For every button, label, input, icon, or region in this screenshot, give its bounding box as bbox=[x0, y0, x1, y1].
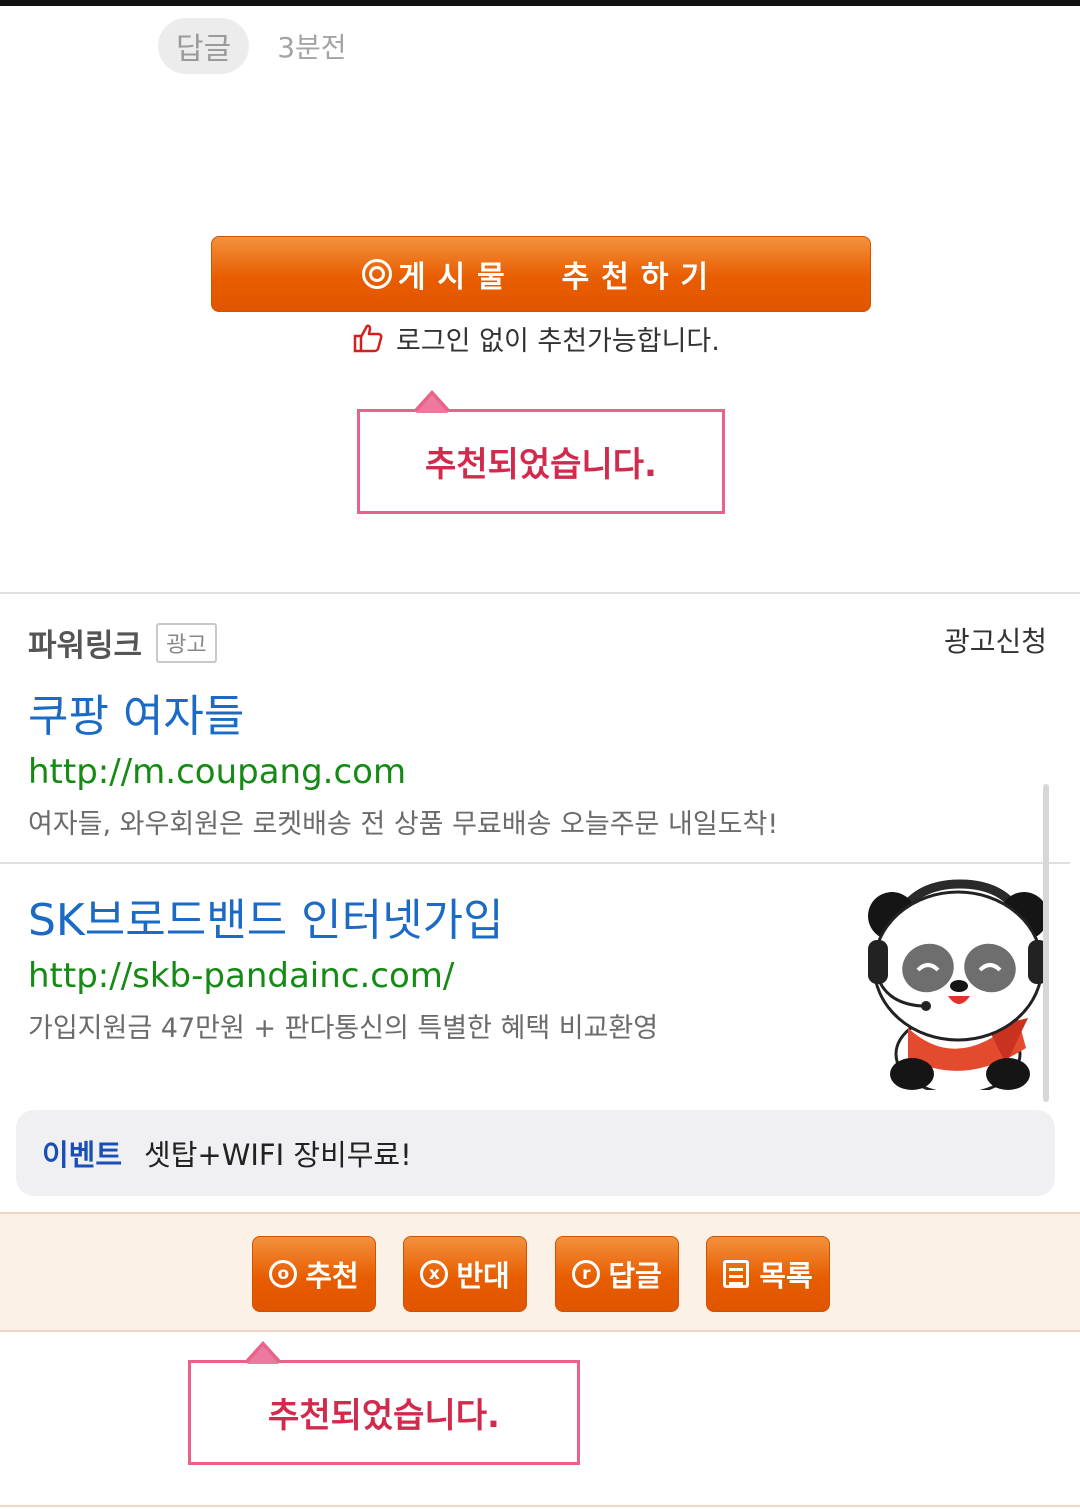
ad-item[interactable]: 쿠팡 여자들 http://m.coupang.com 여자들, 와우회원은 로… bbox=[28, 680, 778, 841]
login-note: 로그인 없이 추천가능합니다. bbox=[352, 318, 720, 358]
reply-label: 답글 bbox=[608, 1259, 662, 1293]
recommend-post-button[interactable]: 게시물 추천하기 bbox=[211, 236, 871, 312]
ad-headline[interactable]: 쿠팡 여자들 bbox=[28, 680, 778, 744]
ad-url[interactable]: http://m.coupang.com bbox=[28, 752, 778, 792]
recommended-toast: 추천되었습니다. bbox=[188, 1341, 580, 1465]
event-text: 셋탑+WIFI 장비무료! bbox=[144, 1138, 412, 1172]
powerlink-title-text: 파워링크 bbox=[28, 628, 143, 664]
ad-item[interactable]: SK브로드밴드 인터넷가입 http://skb-pandainc.com/ 가… bbox=[28, 884, 658, 1045]
oppose-button[interactable]: x 반대 bbox=[403, 1236, 527, 1312]
recommended-toast-text: 추천되었습니다. bbox=[268, 1396, 500, 1436]
ad-apply-link[interactable]: 광고신청 bbox=[944, 620, 1047, 660]
recommended-toast: 추천되었습니다. bbox=[357, 390, 725, 514]
ad-description: 여자들, 와우회원은 로켓배송 전 상품 무료배송 오늘주문 내일도착! bbox=[28, 809, 779, 840]
circle-r-icon: r bbox=[572, 1260, 601, 1288]
list-label: 목록 bbox=[759, 1259, 813, 1293]
oppose-label: 반대 bbox=[456, 1259, 510, 1293]
recommended-toast-text: 추천되었습니다. bbox=[425, 445, 657, 485]
thumbs-up-icon bbox=[353, 324, 383, 353]
login-note-text: 로그인 없이 추천가능합니다. bbox=[396, 325, 720, 357]
list-button[interactable]: 목록 bbox=[706, 1236, 830, 1312]
reply-chip[interactable]: 답글 bbox=[158, 18, 250, 74]
circle-o-icon: o bbox=[269, 1260, 298, 1288]
reply-button[interactable]: r 답글 bbox=[555, 1236, 679, 1312]
ad-divider bbox=[0, 862, 1070, 864]
ad-url[interactable]: http://skb-pandainc.com/ bbox=[28, 956, 658, 996]
reply-chip-label: 답글 bbox=[176, 32, 232, 67]
ad-badge: 광고 bbox=[156, 622, 217, 663]
recommend-label: 추천 bbox=[305, 1259, 359, 1293]
powerlink-title: 파워링크 광고 bbox=[28, 620, 217, 665]
ad-headline[interactable]: SK브로드밴드 인터넷가입 bbox=[28, 884, 658, 948]
post-action-bar: o 추천 x 반대 r 답글 목록 bbox=[0, 1212, 1080, 1332]
event-label: 이벤트 bbox=[42, 1138, 123, 1172]
reply-time: 3분전 bbox=[277, 31, 347, 64]
event-banner[interactable]: 이벤트 셋탑+WIFI 장비무료! bbox=[16, 1110, 1055, 1196]
ad-description: 가입지원금 47만원 + 판다통신의 특별한 혜택 비교환영 bbox=[28, 1013, 659, 1044]
ad-scrollbar[interactable] bbox=[1043, 784, 1049, 1102]
list-icon bbox=[723, 1260, 750, 1288]
circle-x-icon: x bbox=[420, 1260, 449, 1288]
top-edge-bar bbox=[0, 0, 1080, 6]
reply-row: 답글 3분전 bbox=[158, 18, 347, 74]
circle-o-icon bbox=[361, 259, 392, 289]
section-divider bbox=[0, 592, 1080, 594]
bottom-divider bbox=[0, 1505, 1080, 1507]
panda-character-image[interactable] bbox=[868, 878, 1048, 1090]
recommend-button[interactable]: o 추천 bbox=[252, 1236, 376, 1312]
recommend-post-label: 게시물 추천하기 bbox=[397, 260, 721, 295]
